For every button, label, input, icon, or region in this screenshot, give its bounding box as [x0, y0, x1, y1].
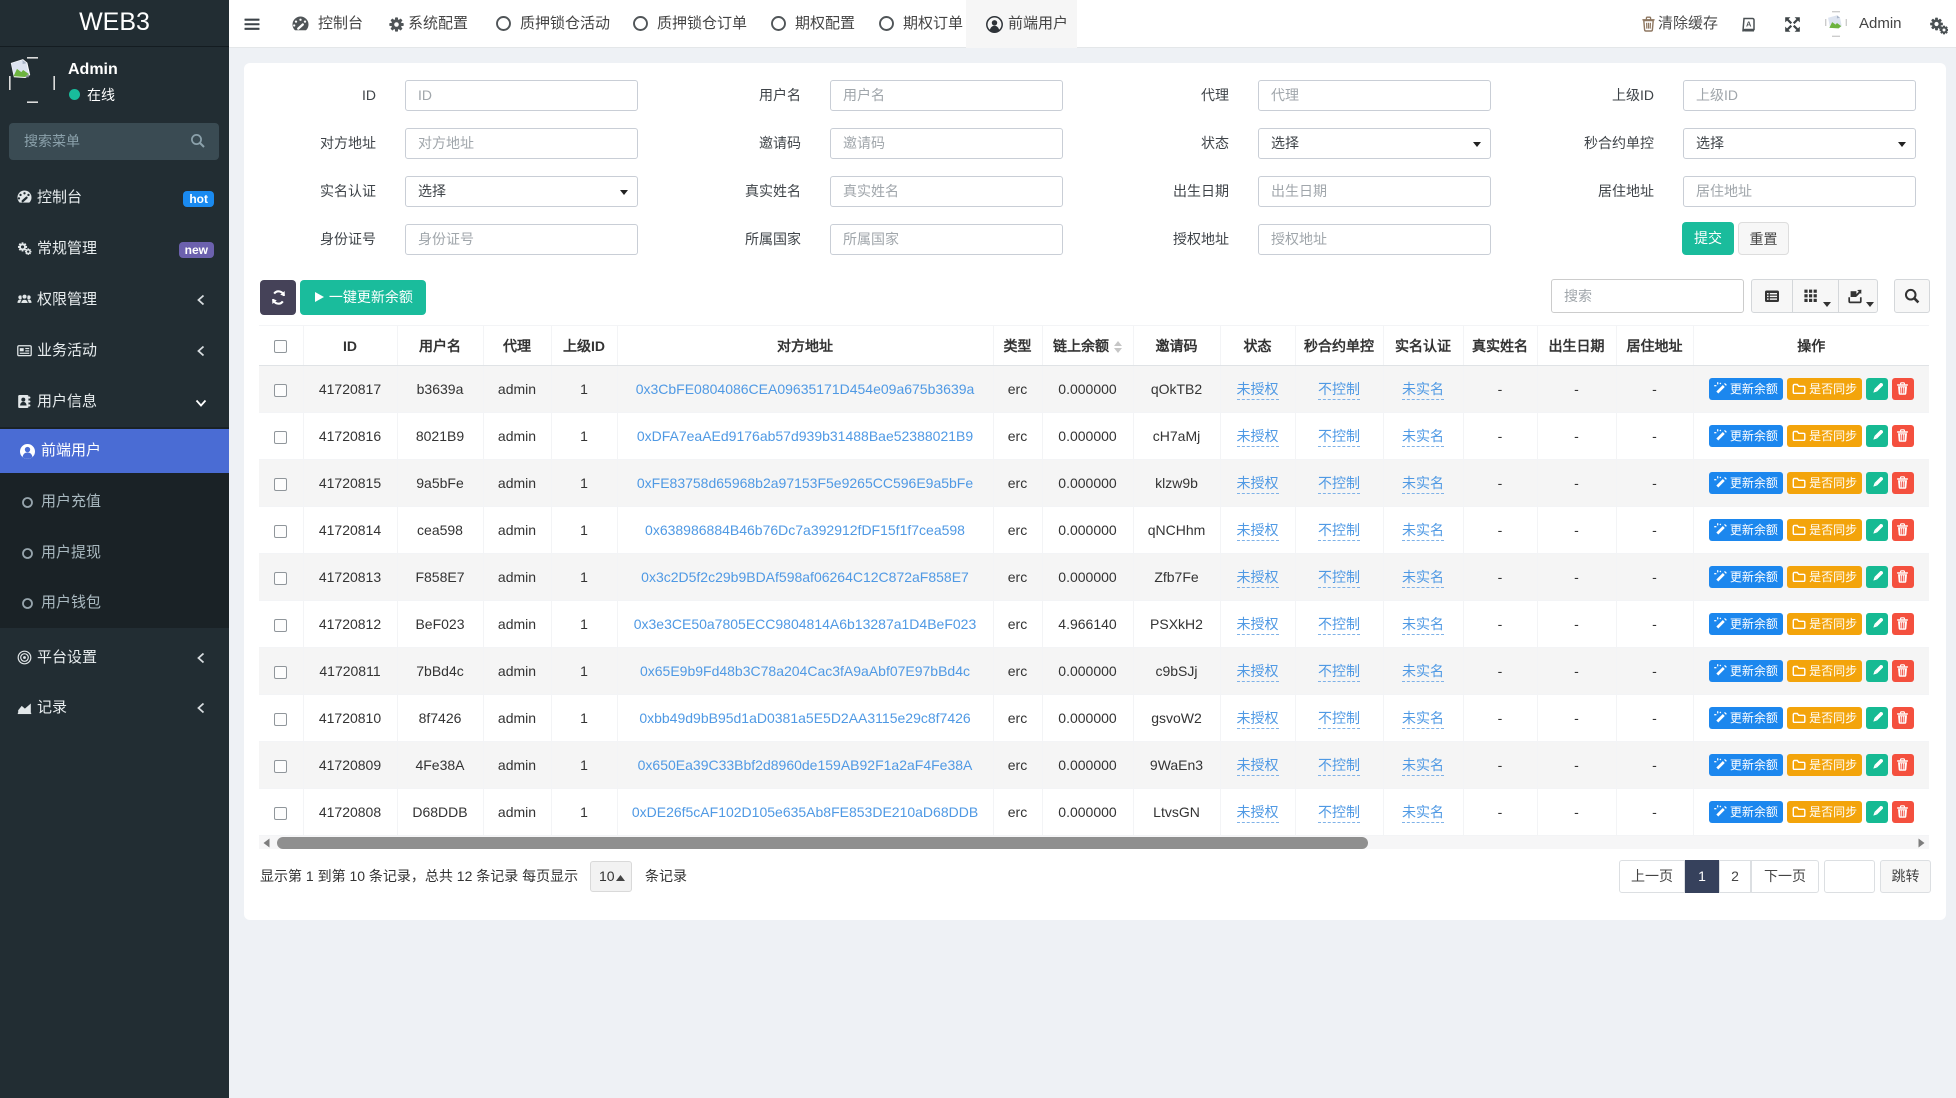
- svg-text:A: A: [1746, 20, 1752, 29]
